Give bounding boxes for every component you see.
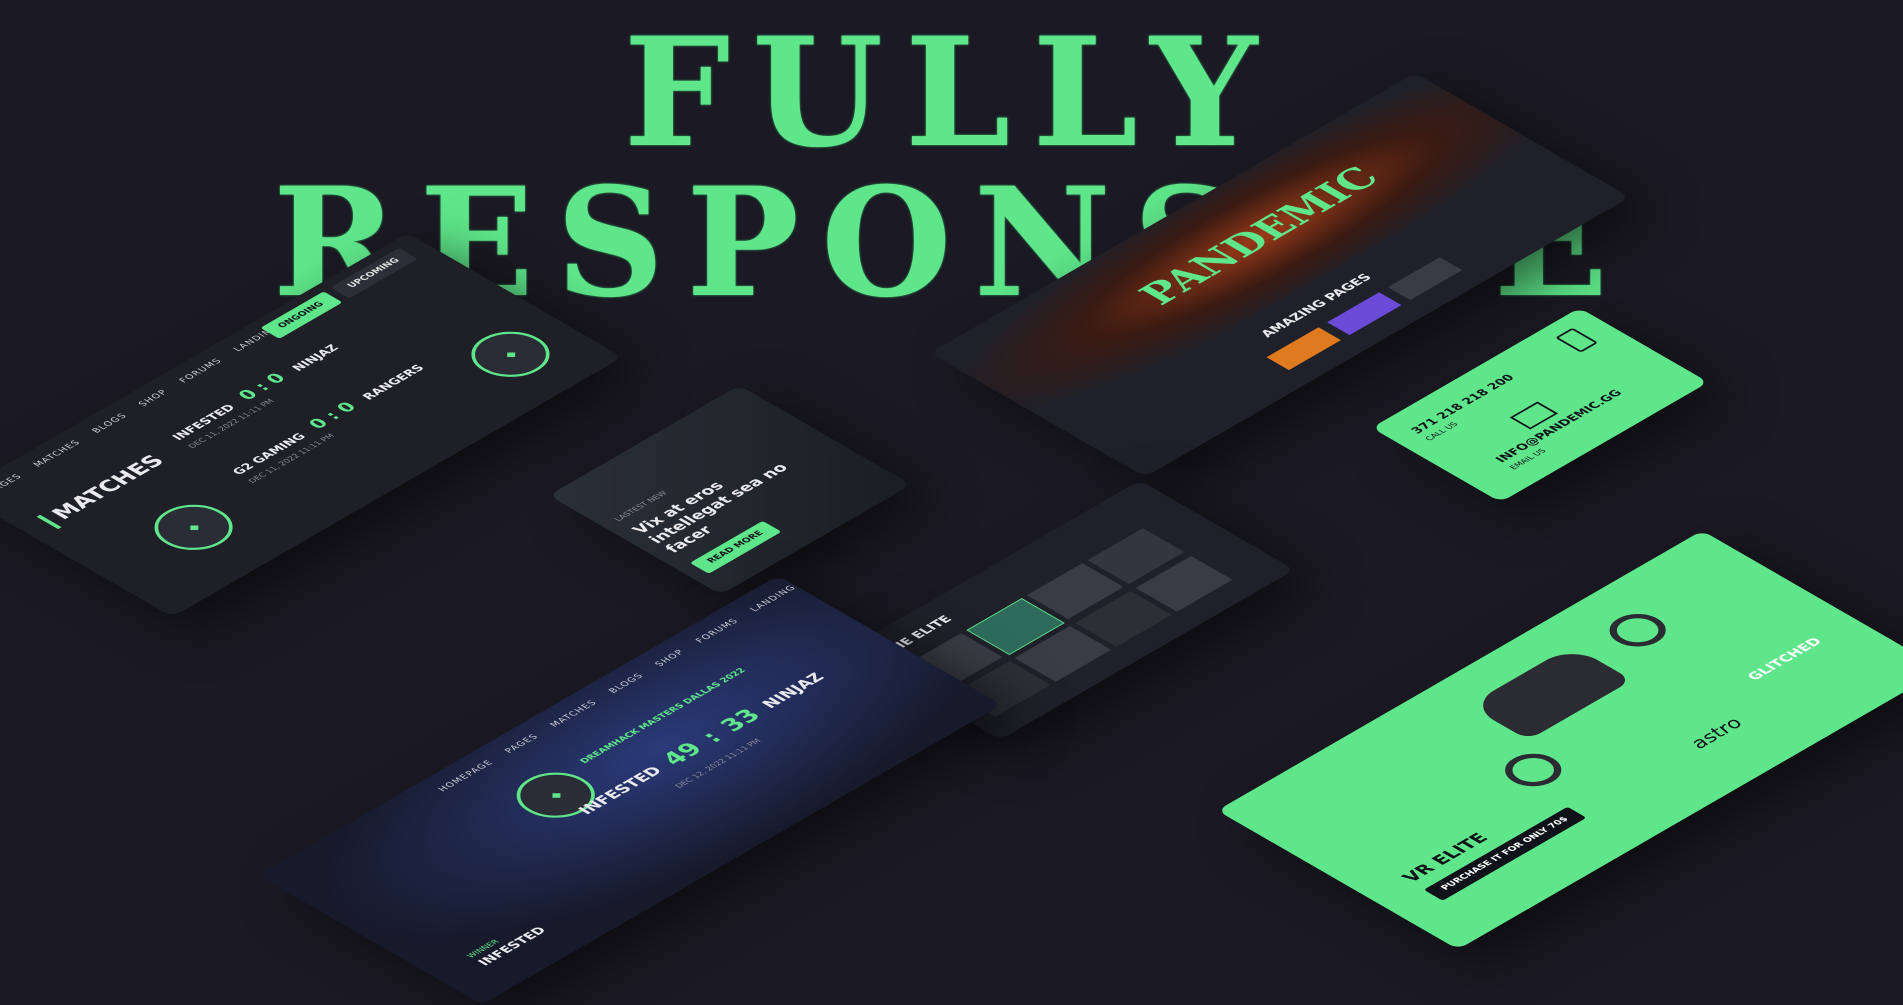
email-address[interactable]: INFO@PANDEMIC.GG <box>1492 388 1625 465</box>
nav-item[interactable]: FORUMS <box>178 357 225 384</box>
score-separator: : <box>695 727 728 747</box>
matches-card: PAGES MATCHES BLOGS SHOP FORUMS LANDING … <box>0 232 623 618</box>
brand-logo: astro <box>1683 714 1749 752</box>
vr-headset-image <box>1468 645 1633 741</box>
nav-item[interactable]: PAGES <box>0 473 25 495</box>
vr-controller-image <box>1493 747 1573 793</box>
vr-controller-image <box>1597 607 1678 654</box>
glitched-label: GLITCHED <box>1744 635 1826 683</box>
phone-number[interactable]: 371 218 218 200 <box>1408 372 1518 435</box>
team-logo-icon: ◆ <box>138 495 249 560</box>
hero-card: HOMEPAGE PAGES MATCHES BLOGS SHOP FORUMS… <box>258 575 1002 1005</box>
matches-title: MATCHES <box>36 451 171 530</box>
tab-ongoing[interactable]: ONGOING <box>260 291 343 339</box>
shop-card: VR ELITE PURCHASE IT FOR ONLY 70$ astro … <box>1217 530 1903 950</box>
phone-icon <box>1555 327 1599 353</box>
tab-upcoming[interactable]: UPCOMING <box>330 247 418 299</box>
nav-item[interactable]: MATCHES <box>32 439 84 469</box>
nav-item[interactable]: BLOGS <box>91 412 130 435</box>
contact-card: 371 218 218 200 CALL US INFO@PANDEMIC.GG… <box>1371 307 1709 503</box>
news-card: LASTEST NEW Vix at eros intellegat sea n… <box>548 385 912 595</box>
mockup-stage: PAGES MATCHES BLOGS SHOP FORUMS LANDING … <box>0 0 1903 1005</box>
page-thumbnail[interactable] <box>1387 257 1463 301</box>
nav-item[interactable]: SHOP <box>137 389 171 408</box>
